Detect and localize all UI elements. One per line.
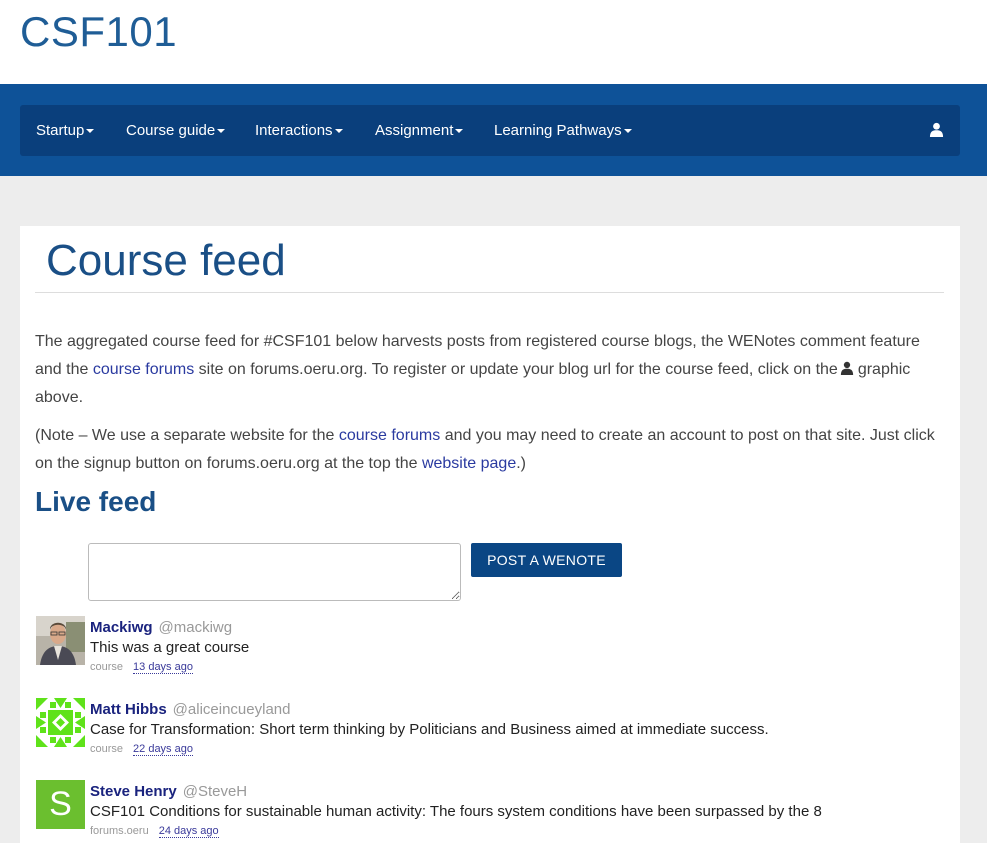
user-icon[interactable] [929, 122, 944, 137]
nav-item-course-guide[interactable]: Course guide [126, 105, 226, 156]
content-panel: Course feed The aggregated course feed f… [20, 226, 960, 843]
note-paragraph: (Note – We use a separate website for th… [35, 427, 935, 472]
nav-item-startup[interactable]: Startup [36, 105, 95, 156]
course-forums-link[interactable]: course forums [93, 361, 194, 378]
feed-source: forums.oeru [90, 825, 149, 837]
letter-avatar[interactable]: S [36, 780, 85, 829]
main-navbar: Startup Course guide Interactions Assign… [20, 105, 960, 156]
post-wenote-button[interactable]: POST A WENOTE [471, 543, 622, 577]
feed-source: course [90, 743, 124, 755]
nav-item-learning-pathways[interactable]: Learning Pathways [494, 105, 632, 156]
user-icon [840, 361, 853, 375]
pattern-avatar[interactable] [36, 698, 85, 747]
author-name[interactable]: Matt Hibbs @aliceincueyland [90, 701, 290, 718]
caret-down-icon [217, 129, 226, 134]
wenote-input[interactable] [88, 543, 461, 601]
feed-meta: course 22 days ago [90, 743, 193, 756]
author-name[interactable]: Steve Henry @SteveH [90, 783, 247, 800]
feed-meta: course 13 days ago [90, 661, 193, 674]
caret-down-icon [623, 129, 632, 134]
live-feed-heading: Live feed [35, 486, 157, 517]
feed-item: S Steve Henry @SteveH CSF101 Conditions f… [36, 780, 946, 840]
feed-text: This was a great course [90, 639, 250, 656]
website-page-link[interactable]: website page [422, 455, 516, 472]
caret-down-icon [455, 129, 464, 134]
author-handle: @SteveH [182, 783, 248, 800]
feed-meta: forums.oeru 24 days ago [90, 825, 219, 838]
photo-avatar[interactable] [36, 616, 85, 665]
caret-down-icon [334, 129, 343, 134]
course-forums-link[interactable]: course forums [339, 427, 440, 444]
nav-item-assignment[interactable]: Assignment [375, 105, 464, 156]
page-title: Course feed [46, 236, 286, 285]
timestamp-link[interactable]: 24 days ago [158, 825, 219, 838]
author-handle: @mackiwg [158, 619, 233, 636]
intro-paragraph: The aggregated course feed for #CSF101 b… [35, 333, 920, 406]
author-name[interactable]: Mackiwg @mackiwg [90, 619, 232, 636]
timestamp-link[interactable]: 22 days ago [133, 743, 193, 756]
feed-item: Mackiwg @mackiwg This was a great course … [36, 616, 946, 676]
nav-item-interactions[interactable]: Interactions [255, 105, 343, 156]
caret-down-icon [86, 129, 95, 134]
site-title[interactable]: CSF101 [20, 8, 177, 56]
author-handle: @aliceincueyland [172, 701, 291, 718]
site-header: CSF101 [0, 0, 987, 84]
feed-text: Case for Transformation: Short term thin… [90, 721, 769, 738]
divider [35, 292, 944, 293]
feed-source: course [90, 661, 124, 673]
feed-text: CSF101 Conditions for sustainable human … [90, 803, 822, 820]
timestamp-link[interactable]: 13 days ago [133, 661, 193, 674]
feed-item: Matt Hibbs @aliceincueyland Case for Tran… [36, 698, 946, 758]
